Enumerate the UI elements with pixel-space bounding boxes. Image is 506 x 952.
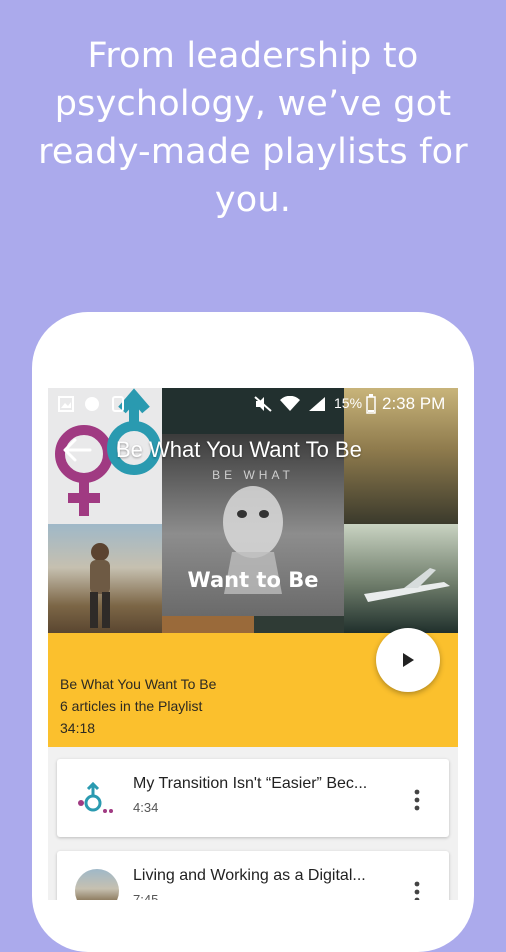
playlist-count: 6 articles in the Playlist (60, 698, 203, 714)
track-card[interactable]: My Transition Isn't “Easier” Bec... 4:34 (57, 759, 449, 837)
track-duration: 7:45 (133, 892, 159, 900)
cover-big-text: Want to Be (187, 568, 319, 592)
playlist-header-collage: BE WHAT Want to Be 15% 2:38 PM Be What Y… (48, 388, 458, 633)
track-title: My Transition Isn't “Easier” Bec... (133, 775, 368, 792)
headline-line-3: ready-made playlists for (38, 132, 468, 172)
wifi-icon (280, 396, 300, 411)
signal-icon (309, 397, 325, 411)
toolbar-title: Be What You Want To Be (116, 437, 362, 462)
track-thumbnail (75, 777, 119, 821)
phone-screen: BE WHAT Want to Be 15% 2:38 PM Be What Y… (48, 388, 458, 900)
track-thumbnail (75, 869, 119, 900)
clock: 2:38 PM (382, 394, 446, 413)
headline-line-1: From leadership to (87, 36, 419, 76)
phone-icon (112, 396, 124, 412)
headline-line-4: you. (214, 180, 292, 220)
playlist-name: Be What You Want To Be (60, 676, 217, 692)
collage-tile-bottom-right (254, 616, 344, 633)
collage-tile-man (48, 524, 162, 633)
mute-icon (254, 396, 272, 412)
collage-tile-jet (344, 524, 458, 633)
collage-tile-bottom-left (162, 616, 254, 633)
gallery-icon (58, 396, 74, 412)
battery-percent: 15% (334, 395, 363, 411)
track-title: Living and Working as a Digital... (133, 867, 366, 884)
promo-headline: From leadership to psychology, we’ve got… (0, 32, 506, 224)
messenger-icon (85, 397, 99, 411)
play-icon (403, 653, 414, 667)
more-vert-icon[interactable] (407, 787, 427, 813)
status-bar: 15% 2:38 PM (48, 388, 458, 420)
track-duration: 4:34 (133, 800, 159, 815)
battery-icon (366, 394, 376, 414)
playlist-duration: 34:18 (60, 720, 96, 736)
headline-line-2: psychology, we’ve got (54, 84, 452, 124)
play-button[interactable] (376, 628, 440, 692)
more-vert-icon[interactable] (407, 879, 427, 900)
back-arrow-icon[interactable] (62, 437, 92, 463)
track-card[interactable]: Living and Working as a Digital... 7:45 (57, 851, 449, 900)
